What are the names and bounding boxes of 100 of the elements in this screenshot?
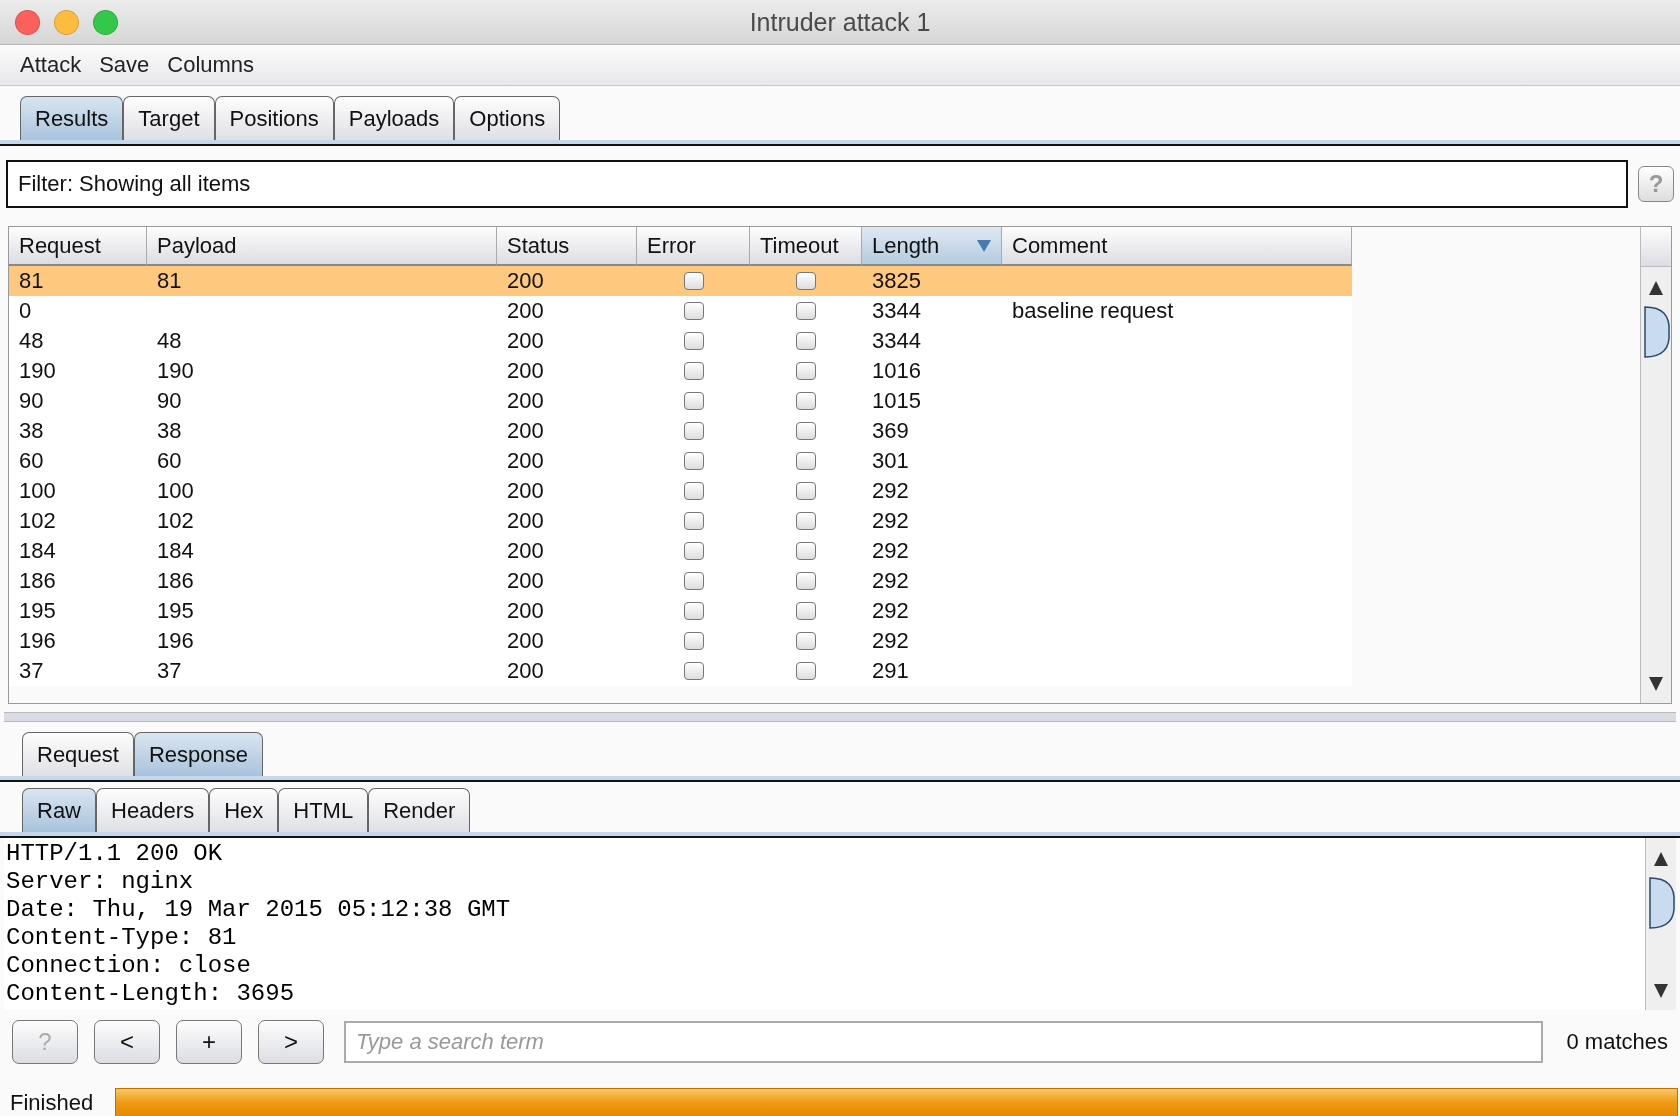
checkbox[interactable] (796, 452, 816, 470)
table-row[interactable]: 100 100 200 292 (9, 476, 1352, 506)
table-cell-text: 292 (871, 627, 910, 655)
tab[interactable]: HTML (278, 788, 369, 832)
table-cell-text: 200 (506, 297, 545, 325)
checkbox[interactable] (683, 422, 704, 440)
table-cell-text: 90 (156, 387, 183, 415)
table-cell-text: 3825 (871, 267, 922, 295)
checkbox[interactable] (683, 602, 704, 620)
checkbox[interactable] (796, 422, 816, 440)
table-cell-text: 200 (506, 447, 545, 475)
table-cell-text: 37 (18, 657, 45, 685)
toolbar-button[interactable]: > (258, 1020, 324, 1064)
checkbox[interactable] (796, 362, 816, 380)
table-row[interactable]: 186 186 200 292 (9, 566, 1352, 596)
checkbox[interactable] (683, 332, 704, 350)
menu-item[interactable]: Save (99, 52, 150, 78)
table-row[interactable]: 38 38 200 369 (9, 416, 1352, 446)
column-header[interactable]: Request (9, 227, 147, 266)
tab[interactable]: Target (123, 96, 215, 140)
tab[interactable]: Positions (214, 96, 334, 140)
tab[interactable]: Payloads (333, 96, 455, 140)
table-row[interactable]: 90 90 200 1015 (9, 386, 1352, 416)
tab[interactable]: Headers (96, 788, 210, 832)
tab[interactable]: Response (133, 732, 264, 776)
table-cell-text: 102 (156, 507, 195, 535)
table-cell-text: 3344 (871, 327, 922, 355)
table-cell-text: 292 (871, 537, 910, 565)
checkbox[interactable] (796, 332, 816, 350)
table-row[interactable]: 48 48 200 3344 (9, 326, 1352, 356)
checkbox[interactable] (796, 392, 816, 410)
table-cell-text: 184 (18, 537, 57, 565)
table-cell-text: 100 (156, 477, 195, 505)
column-header[interactable]: Length (862, 227, 1002, 266)
table-row[interactable]: 184 184 200 292 (9, 536, 1352, 566)
close-button[interactable] (15, 9, 40, 35)
table-cell-text: 292 (871, 567, 910, 595)
table-cell-text: 1015 (871, 387, 922, 415)
checkbox[interactable] (683, 662, 704, 680)
table-row[interactable]: 0 200 3344 baseline request (9, 296, 1352, 326)
checkbox[interactable] (796, 482, 816, 500)
column-header[interactable]: Status (497, 227, 637, 266)
table-cell-text: 81 (18, 267, 45, 295)
table-row[interactable]: 196 196 200 292 (9, 626, 1352, 656)
column-header[interactable]: Error (637, 227, 750, 266)
table-row[interactable]: 60 60 200 301 (9, 446, 1352, 476)
checkbox[interactable] (683, 512, 704, 530)
table-cell-text: 200 (506, 417, 545, 445)
table-cell-text: 90 (18, 387, 45, 415)
table-row[interactable]: 37 37 200 291 (9, 656, 1352, 686)
tab[interactable]: Request (22, 732, 134, 776)
table-cell-text: 60 (18, 447, 45, 475)
checkbox[interactable] (683, 362, 704, 380)
tab[interactable]: Results (20, 96, 124, 140)
table-row[interactable]: 81 81 200 3825 (9, 266, 1352, 296)
checkbox[interactable] (796, 662, 816, 680)
column-header[interactable]: Payload (147, 227, 497, 266)
table-cell-text: 37 (156, 657, 183, 685)
filter-bar[interactable]: Filter: Showing all items (6, 160, 1628, 208)
table-row[interactable]: 190 190 200 1016 (9, 356, 1352, 386)
search-field[interactable]: Type a search term (344, 1021, 1543, 1063)
table-cell-text: 195 (18, 597, 57, 625)
column-header[interactable]: Comment (1002, 227, 1352, 266)
checkbox[interactable] (796, 302, 816, 320)
tab[interactable]: Render (368, 788, 471, 832)
splitter-handle[interactable] (4, 712, 1676, 722)
scrollbar[interactable] (1641, 267, 1671, 703)
table-cell-text: 48 (18, 327, 45, 355)
table-row[interactable]: 195 195 200 292 (9, 596, 1352, 626)
checkbox[interactable] (683, 302, 704, 320)
checkbox[interactable] (683, 272, 704, 290)
checkbox[interactable] (683, 542, 704, 560)
checkbox[interactable] (683, 452, 704, 470)
table-row[interactable]: 102 102 200 292 (9, 506, 1352, 536)
checkbox[interactable] (796, 512, 816, 530)
toolbar-button[interactable]: < (94, 1020, 160, 1064)
checkbox[interactable] (796, 542, 816, 560)
table-cell-text: 190 (18, 357, 57, 385)
menu-item[interactable]: Attack (20, 52, 82, 78)
checkbox[interactable] (796, 272, 816, 290)
column-header[interactable]: Timeout (750, 227, 862, 266)
table-cell-text: 200 (506, 477, 545, 505)
checkbox[interactable] (683, 482, 704, 500)
tab[interactable]: Options (454, 96, 561, 140)
checkbox[interactable] (796, 632, 816, 650)
response-line: Connection: close (6, 952, 252, 980)
checkbox[interactable] (683, 572, 704, 590)
tab[interactable]: Raw (22, 788, 96, 832)
tab[interactable]: Hex (209, 788, 279, 832)
checkbox[interactable] (683, 632, 704, 650)
table-cell-text: 190 (156, 357, 195, 385)
table-cell-text: 200 (506, 507, 545, 535)
checkbox[interactable] (796, 602, 816, 620)
table-cell-text: 292 (871, 507, 910, 535)
checkbox[interactable] (683, 392, 704, 410)
menu-item[interactable]: Columns (167, 52, 255, 78)
scrollbar[interactable] (1646, 838, 1676, 1010)
toolbar-button[interactable]: + (176, 1020, 242, 1064)
zoom-button[interactable] (93, 9, 118, 35)
checkbox[interactable] (796, 572, 816, 590)
